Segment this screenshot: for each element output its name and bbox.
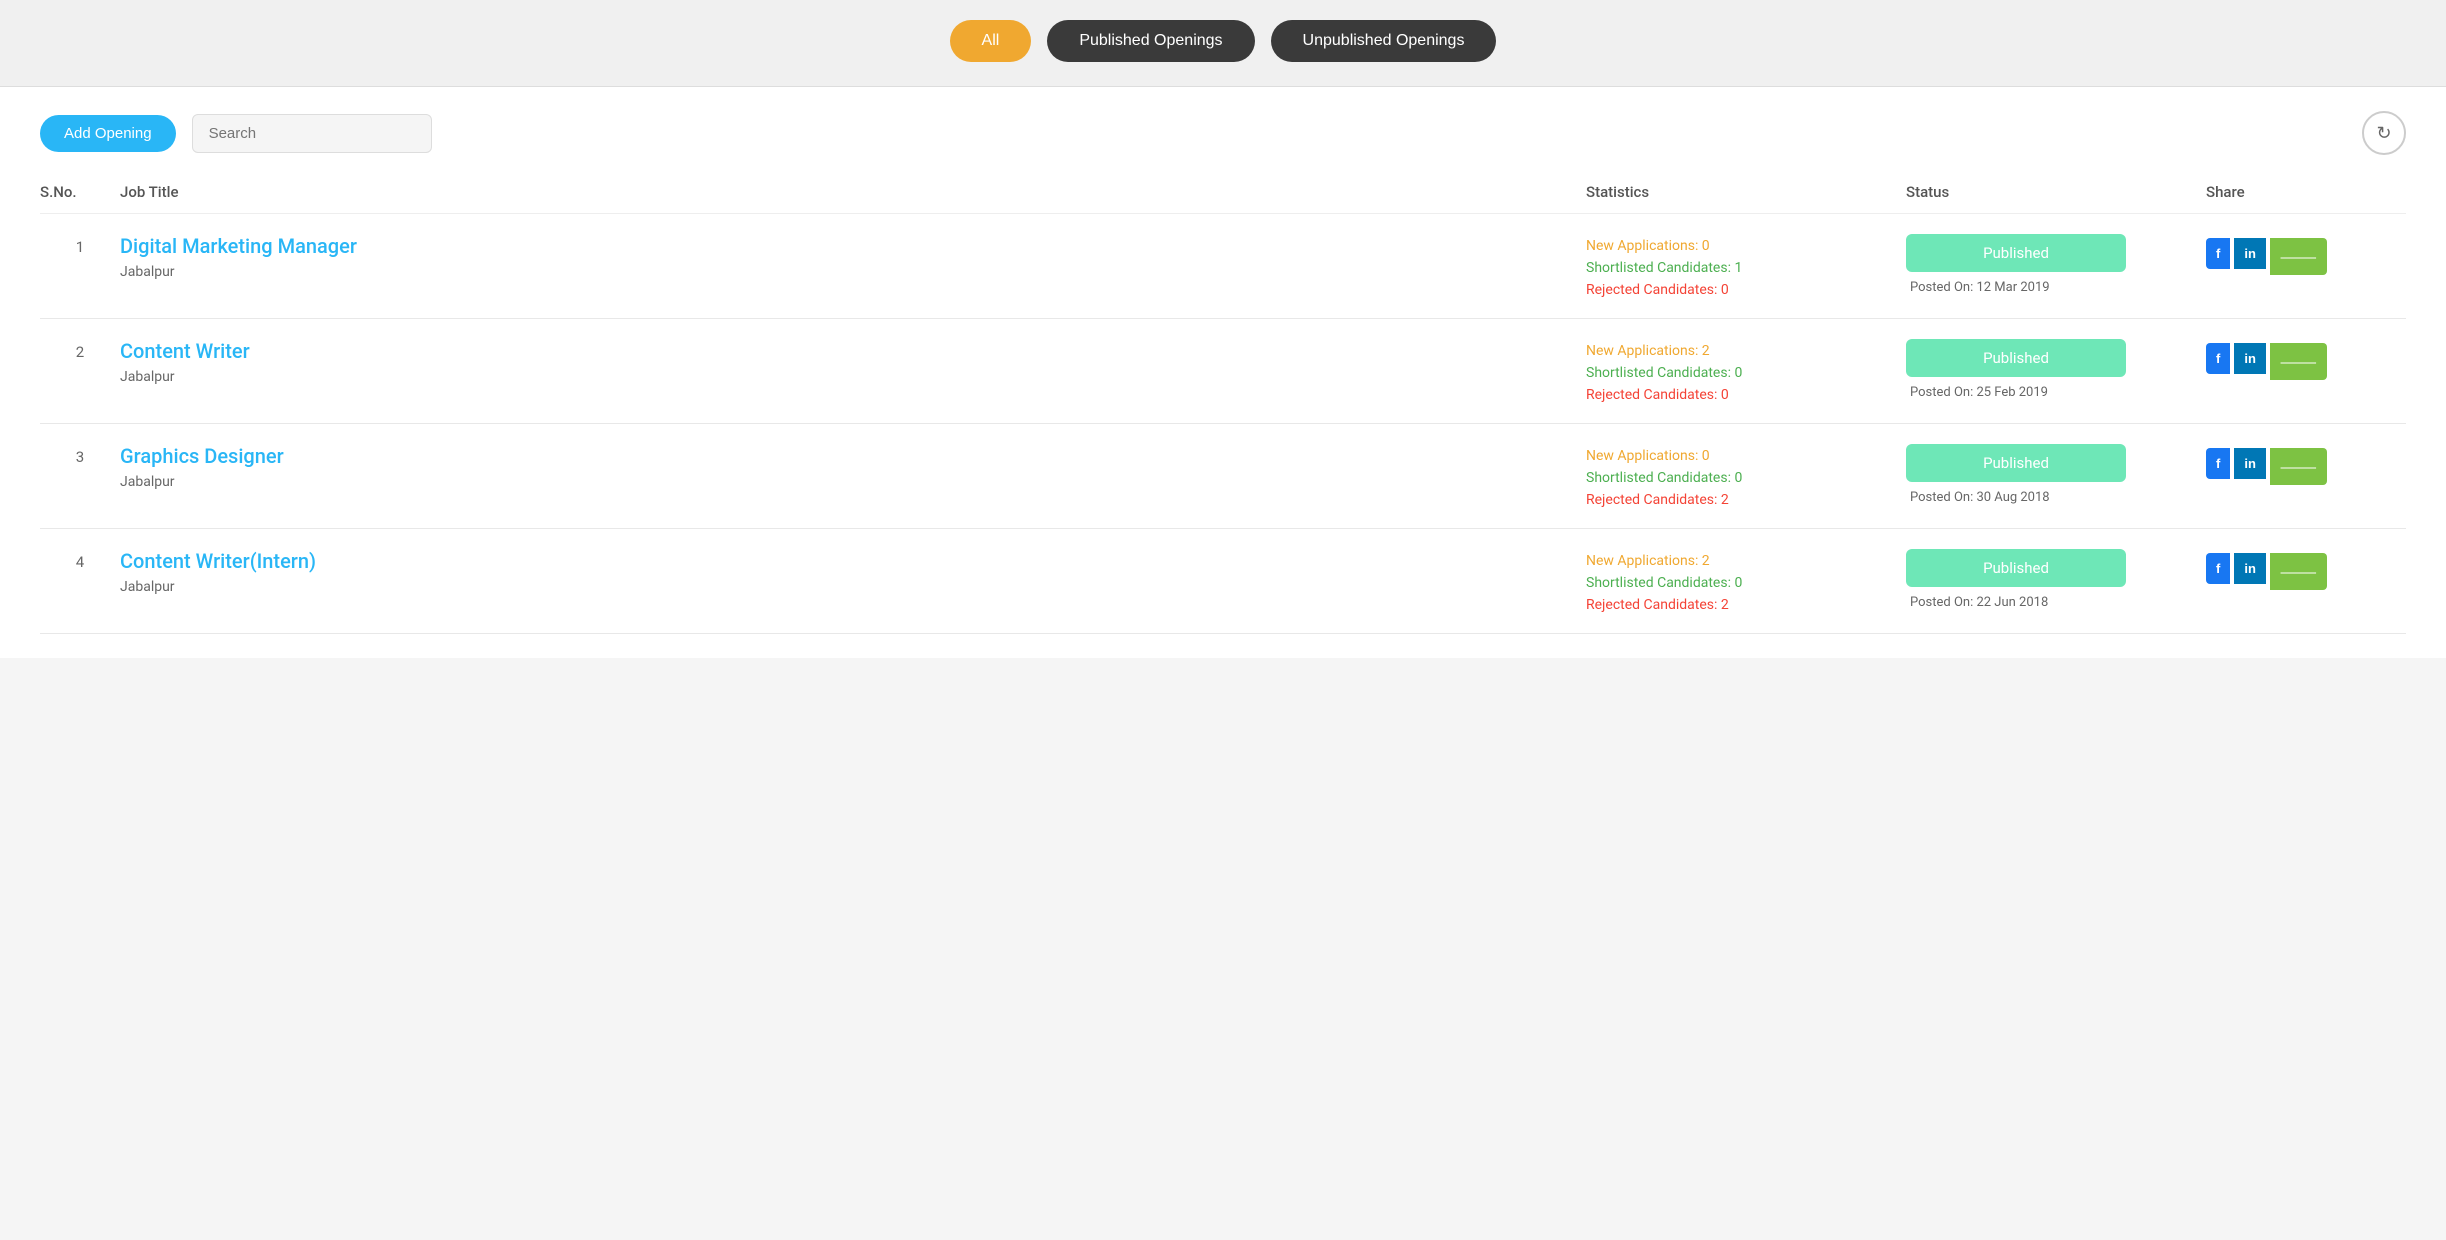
posted-on: Posted On: 30 Aug 2018 bbox=[1906, 490, 2206, 505]
job-title-link[interactable]: Digital Marketing Manager bbox=[120, 234, 1586, 258]
col-job-title: Job Title bbox=[120, 183, 1586, 201]
share-col: f in ⸻ bbox=[2206, 234, 2406, 275]
job-info: Content Writer Jabalpur bbox=[120, 339, 1586, 385]
new-applications: New Applications: 2 bbox=[1586, 343, 1906, 359]
statistics-col: New Applications: 0 Shortlisted Candidat… bbox=[1586, 444, 1906, 508]
main-content: Add Opening ↻ S.No. Job Title Statistics… bbox=[0, 87, 2446, 658]
job-info: Graphics Designer Jabalpur bbox=[120, 444, 1586, 490]
status-col: Published Posted On: 25 Feb 2019 bbox=[1906, 339, 2206, 400]
status-badge: Published bbox=[1906, 339, 2126, 377]
status-badge: Published bbox=[1906, 444, 2126, 482]
table-row: 4 Content Writer(Intern) Jabalpur New Ap… bbox=[40, 529, 2406, 634]
share-linkedin-button[interactable]: in bbox=[2234, 553, 2266, 584]
toolbar: Add Opening ↻ bbox=[40, 111, 2406, 155]
job-location: Jabalpur bbox=[120, 579, 1586, 595]
status-col: Published Posted On: 12 Mar 2019 bbox=[1906, 234, 2206, 295]
job-info: Digital Marketing Manager Jabalpur bbox=[120, 234, 1586, 280]
table-row: 1 Digital Marketing Manager Jabalpur New… bbox=[40, 214, 2406, 319]
refresh-button[interactable]: ↻ bbox=[2362, 111, 2406, 155]
status-badge: Published bbox=[1906, 549, 2126, 587]
job-info: Content Writer(Intern) Jabalpur bbox=[120, 549, 1586, 595]
row-number: 1 bbox=[40, 234, 120, 256]
row-number: 4 bbox=[40, 549, 120, 571]
job-title-link[interactable]: Content Writer bbox=[120, 339, 1586, 363]
job-title-link[interactable]: Content Writer(Intern) bbox=[120, 549, 1586, 573]
share-col: f in ⸻ bbox=[2206, 444, 2406, 485]
statistics-col: New Applications: 2 Shortlisted Candidat… bbox=[1586, 549, 1906, 613]
rejected-candidates: Rejected Candidates: 2 bbox=[1586, 492, 1906, 508]
col-status: Status bbox=[1906, 183, 2206, 201]
share-more-button[interactable]: ⸻ bbox=[2270, 553, 2327, 590]
share-col: f in ⸻ bbox=[2206, 549, 2406, 590]
col-share: Share bbox=[2206, 183, 2406, 201]
table-header: S.No. Job Title Statistics Status Share bbox=[40, 175, 2406, 214]
share-linkedin-button[interactable]: in bbox=[2234, 343, 2266, 374]
new-applications: New Applications: 2 bbox=[1586, 553, 1906, 569]
share-facebook-button[interactable]: f bbox=[2206, 343, 2230, 374]
search-input[interactable] bbox=[192, 114, 432, 153]
filter-bar: All Published Openings Unpublished Openi… bbox=[0, 0, 2446, 87]
status-badge: Published bbox=[1906, 234, 2126, 272]
add-opening-button[interactable]: Add Opening bbox=[40, 115, 176, 152]
job-location: Jabalpur bbox=[120, 264, 1586, 280]
share-more-icon: ⸻ bbox=[2280, 249, 2317, 266]
status-col: Published Posted On: 22 Jun 2018 bbox=[1906, 549, 2206, 610]
share-facebook-button[interactable]: f bbox=[2206, 553, 2230, 584]
table-row: 3 Graphics Designer Jabalpur New Applica… bbox=[40, 424, 2406, 529]
col-sno: S.No. bbox=[40, 183, 120, 201]
posted-on: Posted On: 25 Feb 2019 bbox=[1906, 385, 2206, 400]
rejected-candidates: Rejected Candidates: 0 bbox=[1586, 387, 1906, 403]
table-row: 2 Content Writer Jabalpur New Applicatio… bbox=[40, 319, 2406, 424]
share-facebook-button[interactable]: f bbox=[2206, 238, 2230, 269]
job-location: Jabalpur bbox=[120, 369, 1586, 385]
row-number: 2 bbox=[40, 339, 120, 361]
shortlisted-candidates: Shortlisted Candidates: 0 bbox=[1586, 470, 1906, 486]
rejected-candidates: Rejected Candidates: 2 bbox=[1586, 597, 1906, 613]
shortlisted-candidates: Shortlisted Candidates: 0 bbox=[1586, 365, 1906, 381]
shortlisted-candidates: Shortlisted Candidates: 1 bbox=[1586, 260, 1906, 276]
job-title-link[interactable]: Graphics Designer bbox=[120, 444, 1586, 468]
status-col: Published Posted On: 30 Aug 2018 bbox=[1906, 444, 2206, 505]
share-linkedin-button[interactable]: in bbox=[2234, 448, 2266, 479]
job-location: Jabalpur bbox=[120, 474, 1586, 490]
refresh-icon: ↻ bbox=[2376, 123, 2391, 144]
filter-published-button[interactable]: Published Openings bbox=[1047, 20, 1254, 62]
share-more-icon: ⸻ bbox=[2280, 459, 2317, 476]
share-facebook-button[interactable]: f bbox=[2206, 448, 2230, 479]
share-more-icon: ⸻ bbox=[2280, 354, 2317, 371]
statistics-col: New Applications: 0 Shortlisted Candidat… bbox=[1586, 234, 1906, 298]
col-statistics: Statistics bbox=[1586, 183, 1906, 201]
filter-unpublished-button[interactable]: Unpublished Openings bbox=[1271, 20, 1497, 62]
table-body: 1 Digital Marketing Manager Jabalpur New… bbox=[40, 214, 2406, 634]
share-more-icon: ⸻ bbox=[2280, 564, 2317, 581]
statistics-col: New Applications: 2 Shortlisted Candidat… bbox=[1586, 339, 1906, 403]
row-number: 3 bbox=[40, 444, 120, 466]
share-more-button[interactable]: ⸻ bbox=[2270, 343, 2327, 380]
shortlisted-candidates: Shortlisted Candidates: 0 bbox=[1586, 575, 1906, 591]
new-applications: New Applications: 0 bbox=[1586, 238, 1906, 254]
share-linkedin-button[interactable]: in bbox=[2234, 238, 2266, 269]
filter-all-button[interactable]: All bbox=[950, 20, 1032, 62]
posted-on: Posted On: 22 Jun 2018 bbox=[1906, 595, 2206, 610]
new-applications: New Applications: 0 bbox=[1586, 448, 1906, 464]
share-col: f in ⸻ bbox=[2206, 339, 2406, 380]
share-more-button[interactable]: ⸻ bbox=[2270, 448, 2327, 485]
rejected-candidates: Rejected Candidates: 0 bbox=[1586, 282, 1906, 298]
posted-on: Posted On: 12 Mar 2019 bbox=[1906, 280, 2206, 295]
share-more-button[interactable]: ⸻ bbox=[2270, 238, 2327, 275]
